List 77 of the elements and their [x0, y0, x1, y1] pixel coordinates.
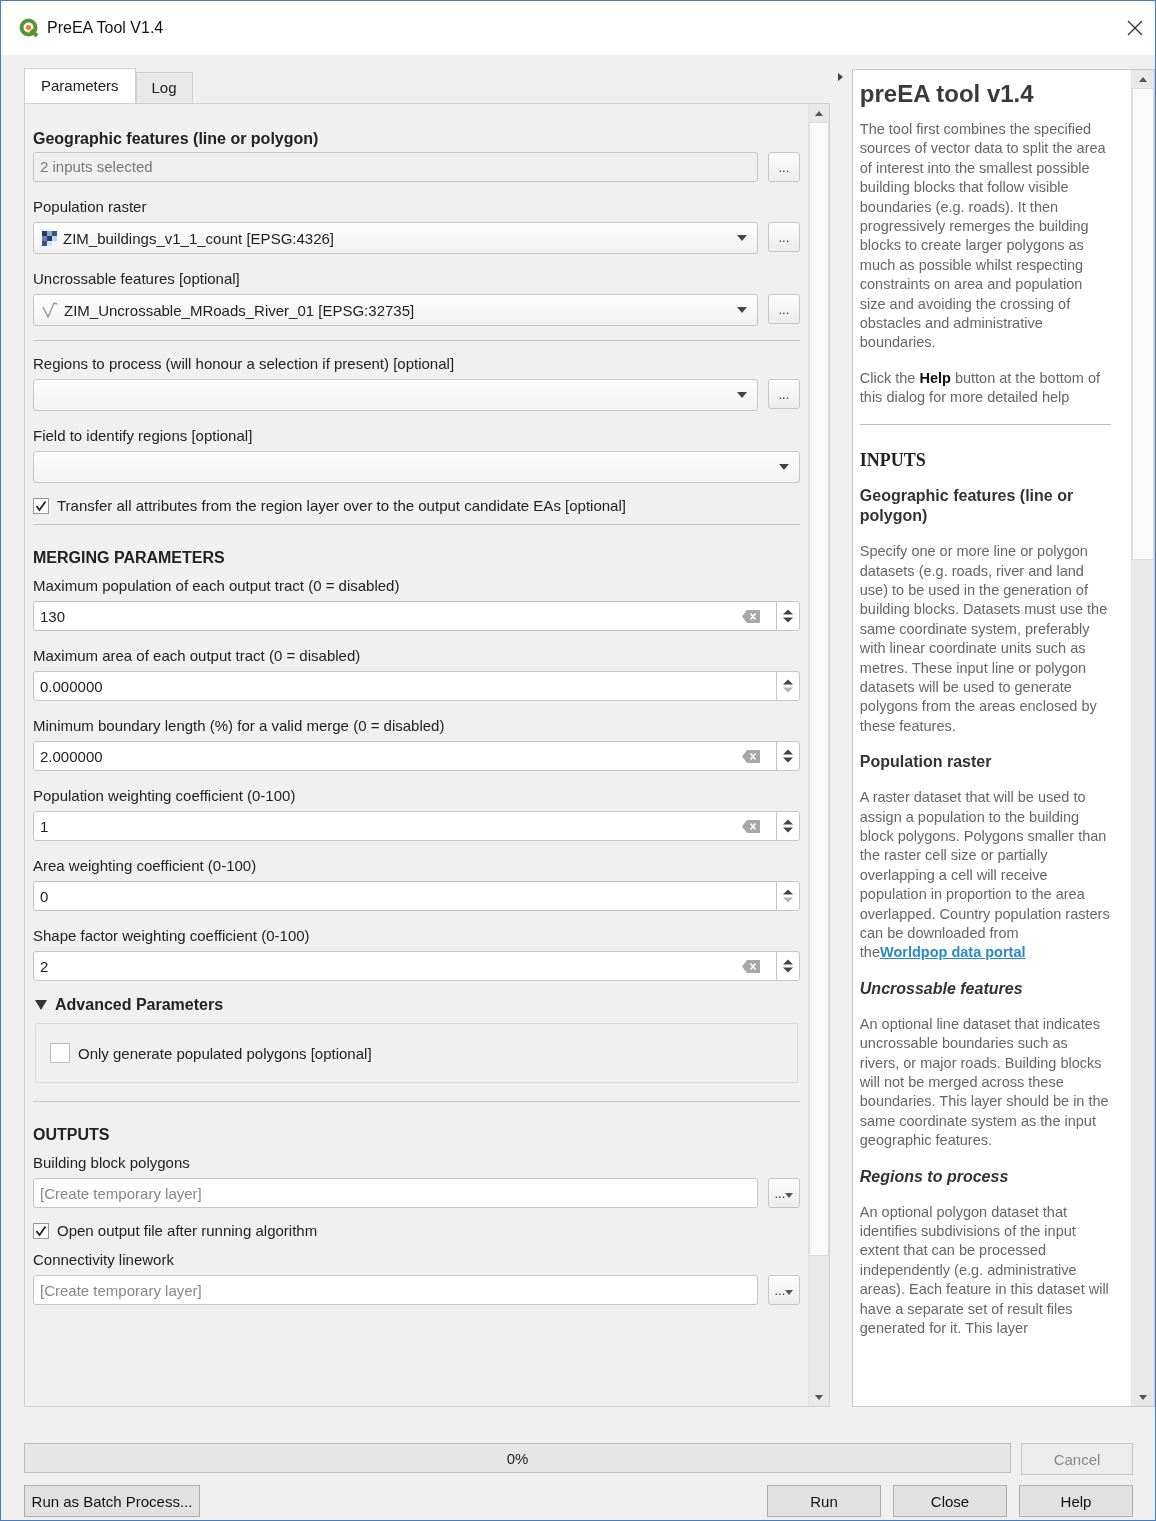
help-subheading: Population raster	[859, 752, 993, 773]
browse-button[interactable]: ...	[767, 1275, 800, 1305]
tab[interactable]: Parameters	[24, 68, 136, 103]
output-field[interactable]: [Create temporary layer]	[33, 1178, 758, 1208]
parameter-label: Maximum area of each output tract (0 = disabled)	[33, 646, 362, 666]
parameter-label: Population raster	[33, 197, 148, 217]
raster-layer-icon	[42, 230, 57, 246]
parameter-heading: Geographic features (line or polygon)	[33, 129, 320, 149]
parameter-label: Building block polygons	[33, 1153, 191, 1173]
number-field[interactable]: 130	[33, 601, 800, 631]
caret-icon	[785, 1289, 794, 1295]
checkbox[interactable]	[50, 1043, 70, 1063]
help-paragraph: A raster dataset that will be used to assign a population to the building block polygons. Polygons smaller than the raster cell size or partially overlapping a cell will receive population in proportion to the area overlapped. Country population rasters can be downloaded from theWorldpop data portal	[859, 788, 1111, 963]
collapse-arrow-icon[interactable]	[838, 73, 844, 81]
checkbox-label: Open output file after running algorithm	[57, 1222, 318, 1239]
caret-icon	[736, 392, 747, 398]
number-field[interactable]: 1	[33, 811, 800, 841]
help-paragraph: Click the Help button at the bottom of this dialog for more detailed help	[859, 368, 1101, 408]
scroll-up-icon[interactable]	[1139, 76, 1147, 82]
number-field[interactable]: 0	[33, 881, 800, 911]
dialog-button[interactable]: Run	[767, 1485, 881, 1517]
dialog-button[interactable]: Help	[1019, 1485, 1133, 1517]
scroll-down-icon[interactable]	[1139, 1394, 1147, 1400]
dialog-button[interactable]: Close	[893, 1485, 1007, 1517]
parameter-label: Area weighting coefficient (0-100)	[33, 856, 258, 876]
scroll-up-icon[interactable]	[814, 110, 823, 116]
caret-icon	[736, 235, 747, 241]
checkbox-label: Transfer all attributes from the region layer over to the output candidate EAs [optional]	[57, 497, 626, 514]
help-paragraph: An optional polygon dataset that identifies subdivisions of the input extent that can be processed independently (e.g. administrative areas). Each feature in this dataset will have a separate set of result files generated for it. This layer	[859, 1202, 1110, 1339]
help-subheading: Regions to process	[859, 1166, 1010, 1187]
number-field[interactable]: 0.000000	[33, 671, 800, 701]
layer-dropdown[interactable]: ZIM_Uncrossable_MRoads_River_01 [EPSG:32735]	[33, 294, 758, 326]
parameter-label: Population weighting coefficient (0-100)	[33, 786, 297, 806]
help-paragraph: The tool first combines the specified sources of vector data to split the area of interest into the smallest possible building blocks that follow visible boundaries (e.g. roads). It then progressively remerges the building blocks to create larger polygons as much as possible whilst respecting constraints on area and population size and avoiding the crossing of obstacles and administrative boundaries.	[859, 120, 1107, 353]
layer-dropdown[interactable]: ZIM_buildings_v1_1_count [EPSG:4326]	[33, 222, 758, 254]
parameter-label: Shape factor weighting coefficient (0-100)	[33, 926, 311, 946]
help-paragraph: Specify one or more line or polygon datasets (e.g. roads, river and land use) to be used in the generation of building blocks. Datasets must use the same coordinate system, preferably with linear coordinate units such as metres. These input line or polygon datasets will be used to generate polygons from the areas enclosed by these features.	[859, 542, 1109, 736]
progress-bar: 0%	[24, 1443, 1011, 1473]
scroll-down-icon[interactable]	[814, 1394, 823, 1400]
browse-button[interactable]: ...	[767, 152, 800, 182]
parameter-label: Minimum boundary length (%) for a valid merge (0 = disabled)	[33, 716, 446, 736]
scrollbar[interactable]	[1131, 70, 1154, 1406]
output-field[interactable]: [Create temporary layer]	[33, 1275, 758, 1305]
browse-button[interactable]: ...	[767, 379, 800, 409]
caret-icon	[785, 1192, 794, 1198]
browse-button[interactable]: ...	[767, 294, 800, 324]
caret-icon	[778, 464, 789, 470]
browse-button[interactable]: ...	[767, 222, 800, 252]
tab[interactable]: Log	[135, 72, 193, 103]
parameter-label: Regions to process (will honour a selection if present) [optional]	[33, 354, 456, 374]
parameter-label: Field to identify regions [optional]	[33, 426, 254, 446]
help-paragraph: An optional line dataset that indicates uncrossable boundaries such as rivers, or major roads. Building blocks will not be merged across these boundaries. This layer should be in the same coordinate system as the input geographic features.	[859, 1014, 1110, 1151]
help-subheading: Uncrossable features	[859, 978, 1024, 999]
parameter-label: Maximum population of each output tract (0 = disabled)	[33, 576, 401, 596]
line-layer-icon	[42, 302, 58, 318]
section-heading: OUTPUTS	[33, 1125, 111, 1145]
number-field[interactable]: 2.000000	[33, 741, 800, 771]
parameter-label: Connectivity linework	[33, 1250, 175, 1270]
checkbox[interactable]	[33, 1222, 49, 1239]
number-field[interactable]: 2	[33, 951, 800, 981]
close-icon[interactable]	[1127, 20, 1143, 36]
help-title: preEA tool v1.4	[859, 79, 1035, 109]
batch-process-button[interactable]: Run as Batch Process...	[24, 1485, 200, 1517]
expand-triangle-icon	[35, 1000, 47, 1010]
checkbox[interactable]	[33, 497, 49, 514]
section-heading: MERGING PARAMETERS	[33, 548, 226, 568]
checkbox-label: Only generate populated polygons [optional]	[78, 1044, 372, 1062]
help-link[interactable]: Worldpop data portal	[879, 944, 1026, 961]
caret-icon	[736, 307, 747, 313]
group-toggle[interactable]: Advanced Parameters	[33, 993, 800, 1017]
parameter-label: Uncrossable features [optional]	[33, 269, 241, 289]
window-title: PreEA Tool V1.4	[47, 19, 164, 37]
app-logo-icon	[19, 18, 39, 38]
help-subheading: Geographic features (line or polygon)	[859, 486, 1075, 527]
scrollbar[interactable]	[807, 104, 829, 1406]
browse-button[interactable]: ...	[767, 1178, 800, 1208]
help-section-heading: INPUTS	[859, 450, 927, 471]
